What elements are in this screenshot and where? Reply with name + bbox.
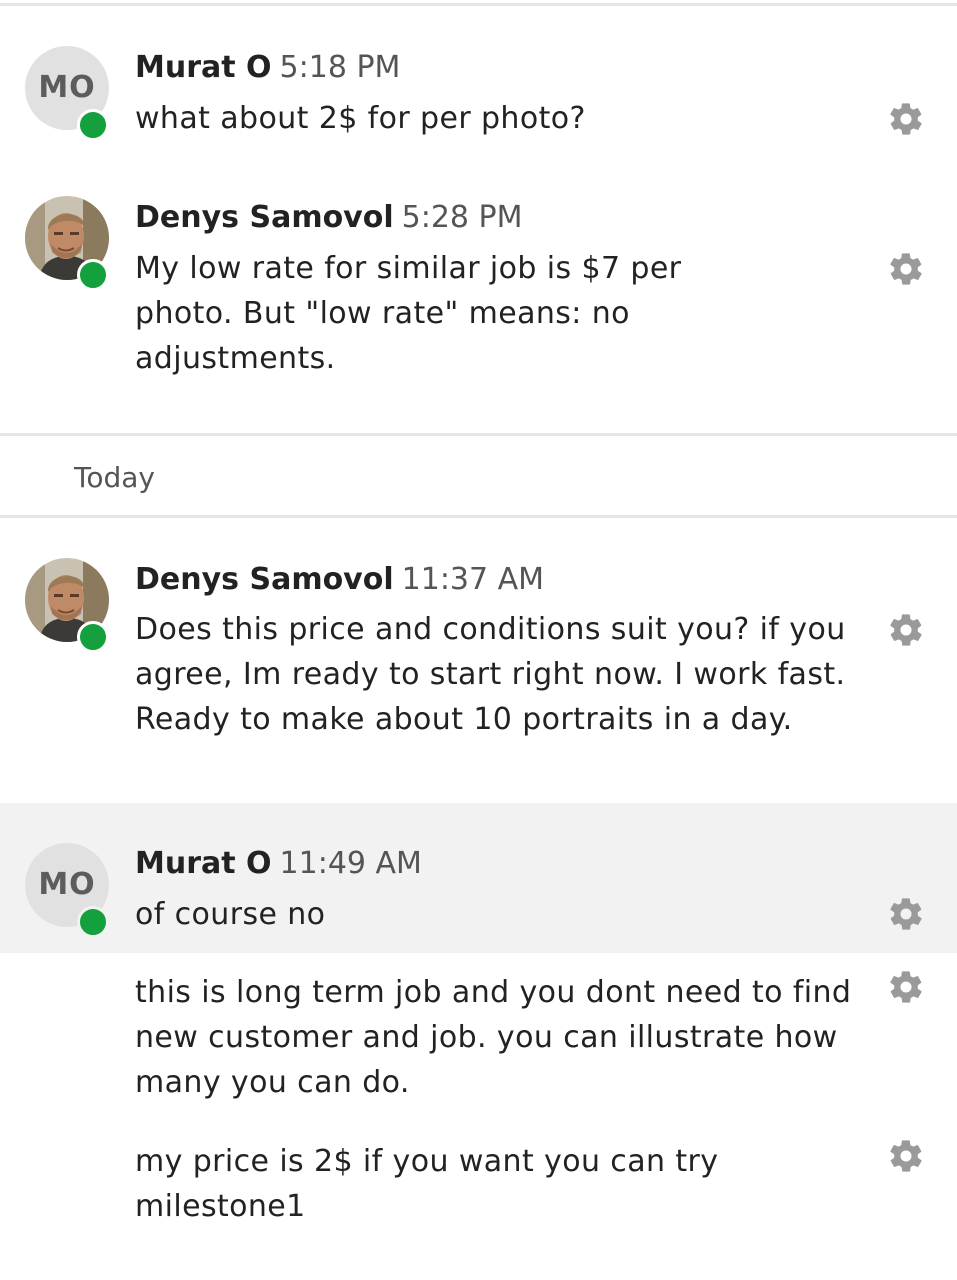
online-status-dot — [77, 259, 109, 291]
online-status-dot — [77, 109, 109, 141]
message-item: Denys Samovol 5:28 PM My low rate for sim… — [0, 190, 957, 390]
day-divider-top — [0, 433, 957, 436]
author-name[interactable]: Murat O — [135, 846, 272, 881]
author-name[interactable]: Murat O — [135, 50, 272, 85]
message-item-continuation: this is long term job and you dont need … — [0, 968, 957, 1108]
message-text: my price is 2$ if you want you can try m… — [135, 1144, 719, 1224]
message-time: 5:18 PM — [279, 50, 401, 85]
message-text: My low rate for similar job is $7 per ph… — [135, 251, 682, 376]
gear-icon[interactable] — [887, 895, 925, 933]
message-text: this is long term job and you dont need … — [135, 975, 852, 1100]
gear-icon[interactable] — [887, 250, 925, 288]
author-name[interactable]: Denys Samovol — [135, 562, 394, 597]
gear-icon[interactable] — [887, 968, 925, 1006]
message-item-highlighted: MO Murat O 11:49 AM of course no — [0, 803, 957, 953]
gear-icon[interactable] — [887, 100, 925, 138]
message-header: Denys Samovol 5:28 PM — [135, 200, 523, 236]
online-status-dot — [77, 621, 109, 653]
gear-icon[interactable] — [887, 611, 925, 649]
message-item: MO Murat O 5:18 PM what about 2$ for per … — [0, 40, 957, 160]
top-divider — [0, 3, 957, 6]
day-divider-bottom — [0, 515, 957, 518]
message-item-continuation: my price is 2$ if you want you can try m… — [0, 1137, 957, 1237]
message-header: Denys Samovol 11:37 AM — [135, 562, 544, 598]
message-text: of course no — [135, 897, 326, 932]
message-header: Murat O 11:49 AM — [135, 846, 422, 882]
online-status-dot — [77, 906, 109, 938]
date-separator-label: Today — [74, 461, 155, 494]
gear-icon[interactable] — [887, 1137, 925, 1175]
avatar[interactable]: MO — [25, 46, 109, 141]
message-item: Denys Samovol 11:37 AM Does this price an… — [0, 550, 957, 800]
message-time: 11:49 AM — [279, 846, 422, 881]
author-name[interactable]: Denys Samovol — [135, 200, 394, 235]
message-text: Does this price and conditions suit you?… — [135, 612, 846, 737]
message-time: 11:37 AM — [401, 562, 545, 597]
avatar[interactable] — [25, 196, 109, 291]
message-text: what about 2$ for per photo? — [135, 101, 586, 136]
avatar[interactable]: MO — [25, 843, 109, 938]
message-header: Murat O 5:18 PM — [135, 50, 400, 86]
message-time: 5:28 PM — [401, 200, 523, 235]
avatar[interactable] — [25, 558, 109, 653]
